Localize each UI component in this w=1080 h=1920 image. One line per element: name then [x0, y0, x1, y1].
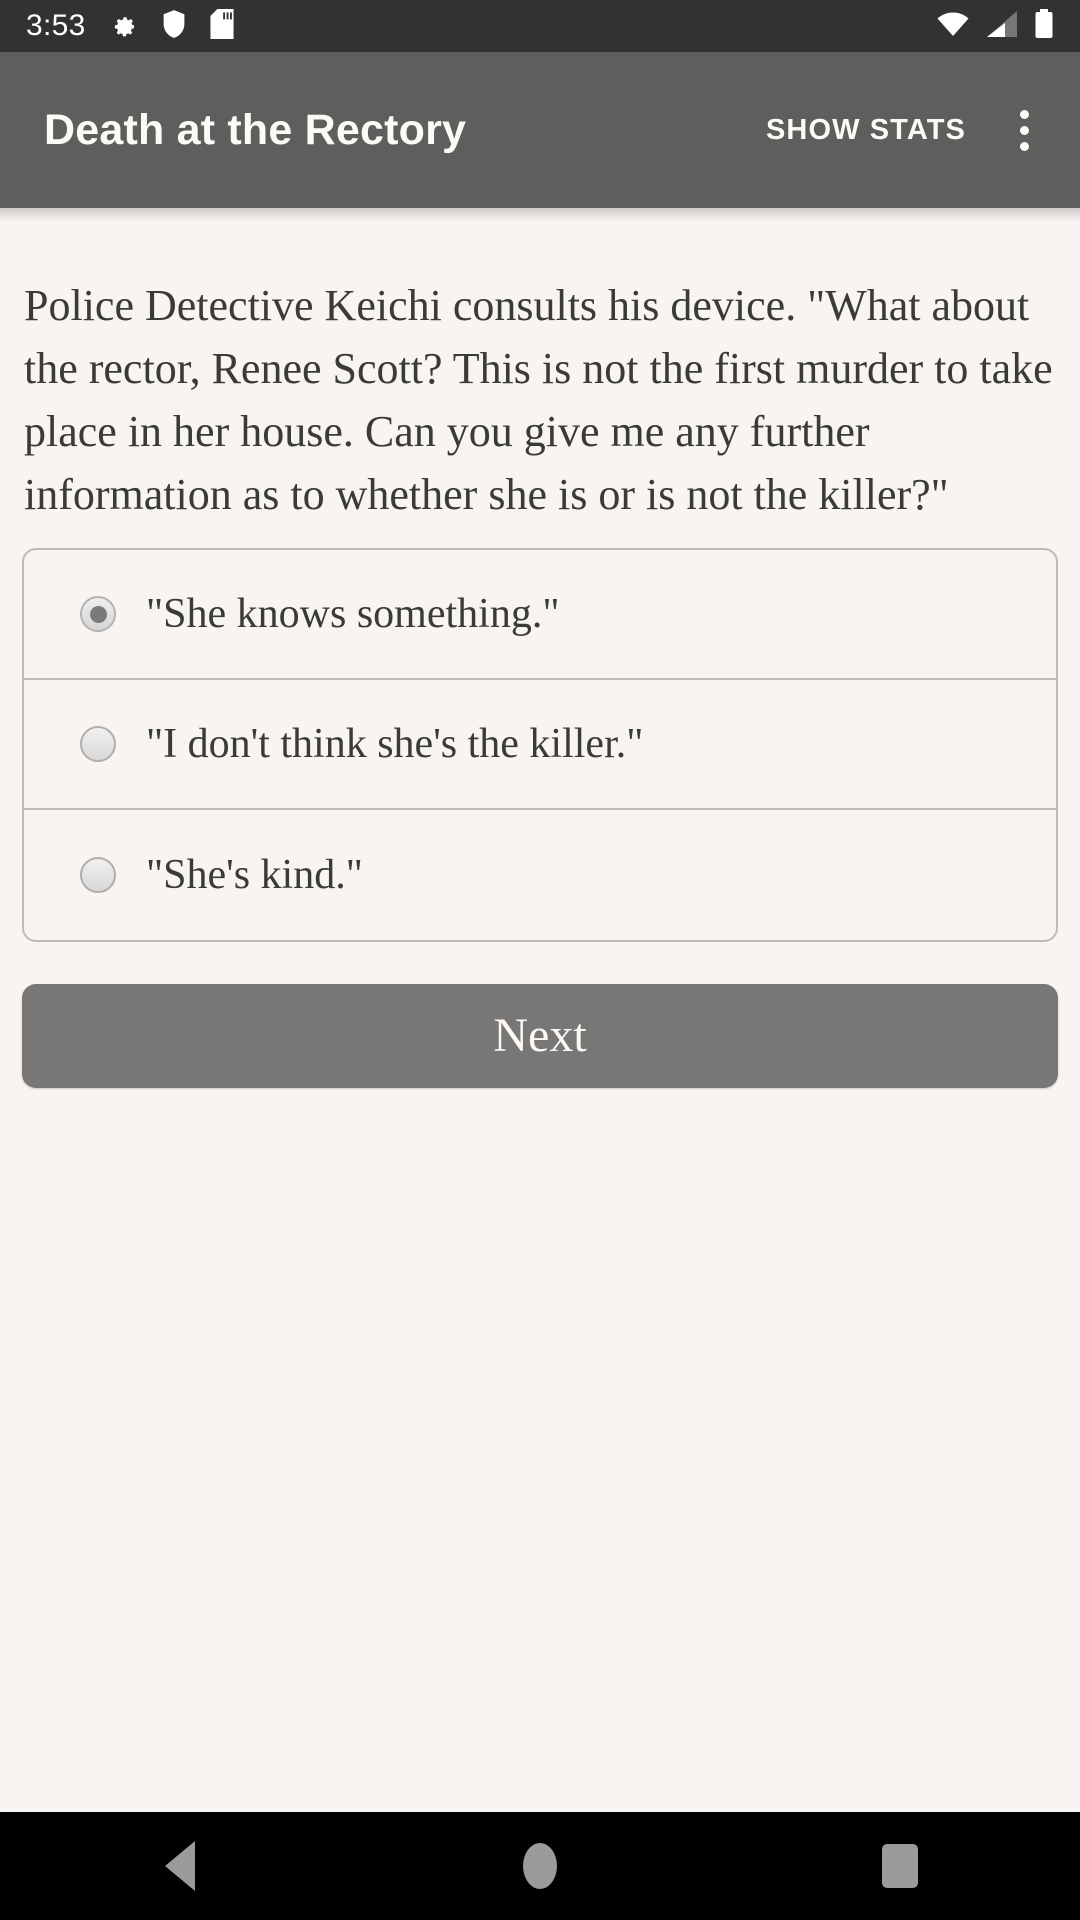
- option-label: "She knows something.": [146, 591, 560, 637]
- home-icon: [523, 1843, 557, 1889]
- battery-icon: [1034, 8, 1054, 44]
- wifi-icon: [936, 10, 970, 43]
- list-item[interactable]: "I don't think she's the killer.": [24, 680, 1056, 810]
- main-content: Police Detective Keichi consults his dev…: [0, 222, 1080, 1088]
- radio-button-selected-icon[interactable]: [80, 596, 116, 632]
- list-item[interactable]: "She's kind.": [24, 810, 1056, 940]
- app-bar: Death at the Rectory SHOW STATS: [0, 52, 1080, 208]
- status-bar-right: [936, 8, 1054, 44]
- option-label: "I don't think she's the killer.": [146, 721, 644, 767]
- recents-icon: [882, 1844, 918, 1888]
- more-vert-icon[interactable]: [990, 96, 1058, 164]
- status-clock: 3:53: [26, 9, 86, 42]
- next-button[interactable]: Next: [22, 984, 1058, 1088]
- radio-button-icon[interactable]: [80, 857, 116, 893]
- option-label: "She's kind.": [146, 852, 363, 898]
- status-bar: 3:53: [0, 0, 1080, 52]
- overflow-dot: [1019, 141, 1029, 151]
- gear-icon: [108, 9, 138, 44]
- show-stats-button[interactable]: SHOW STATS: [748, 100, 984, 161]
- list-item[interactable]: "She knows something.": [24, 550, 1056, 680]
- nav-recents-button[interactable]: [800, 1812, 1000, 1920]
- sd-card-icon: [210, 8, 234, 44]
- app-bar-shadow: [0, 208, 1080, 222]
- android-navigation-bar: [0, 1812, 1080, 1920]
- back-icon: [165, 1841, 195, 1891]
- cellular-signal-icon: [986, 10, 1018, 43]
- status-bar-left: 3:53: [26, 8, 936, 44]
- overflow-dot: [1019, 125, 1029, 135]
- next-button-label: Next: [493, 1009, 587, 1062]
- nav-back-button[interactable]: [80, 1812, 280, 1920]
- nav-home-button[interactable]: [440, 1812, 640, 1920]
- answer-options-group: "She knows something." "I don't think sh…: [22, 548, 1058, 942]
- page-title: Death at the Rectory: [44, 105, 467, 154]
- radio-button-icon[interactable]: [80, 726, 116, 762]
- narrative-text: Police Detective Keichi consults his dev…: [24, 281, 1053, 519]
- shield-icon: [160, 9, 188, 44]
- overflow-dot: [1019, 109, 1029, 119]
